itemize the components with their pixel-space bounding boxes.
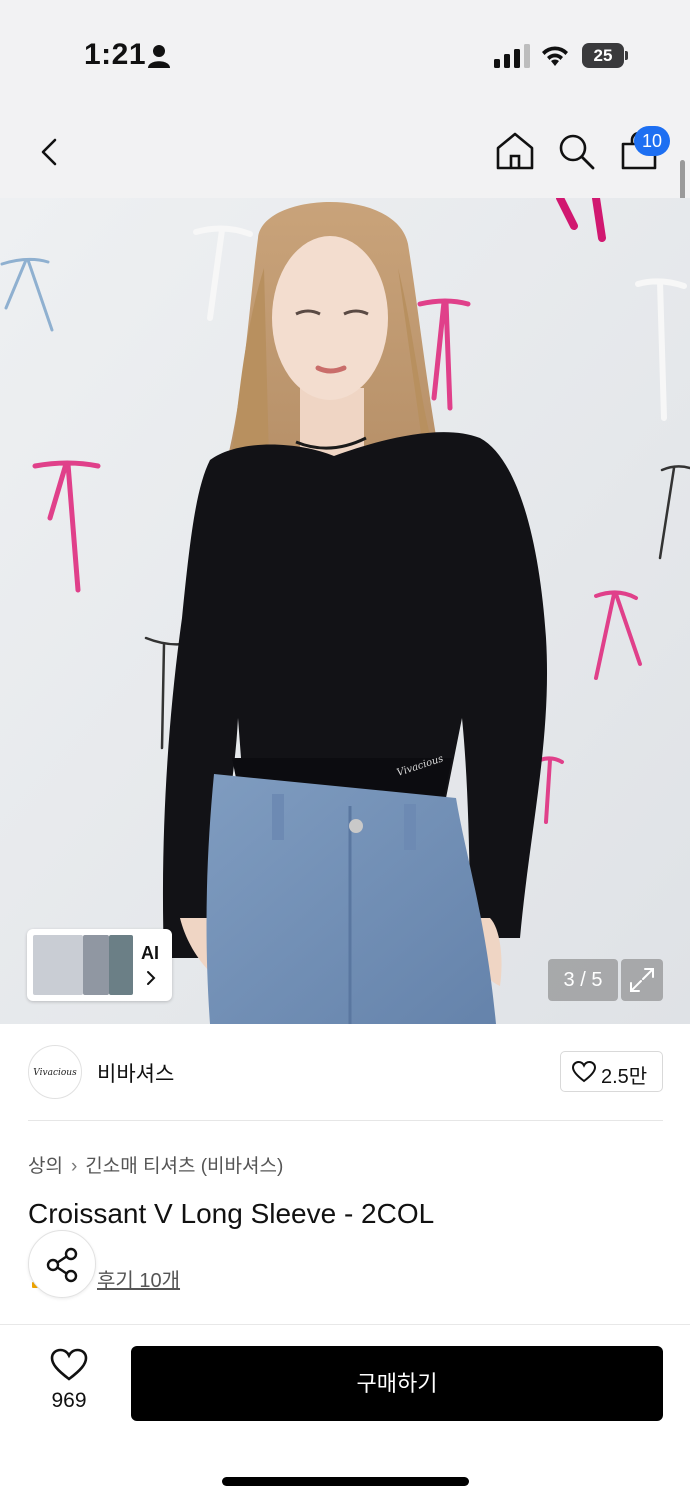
search-icon[interactable] <box>556 130 596 172</box>
status-time: 1:21 <box>84 38 147 71</box>
buy-button[interactable]: 구매하기 <box>131 1346 663 1421</box>
product-photo: Vivacious <box>0 198 690 1024</box>
wishlist-count: 969 <box>51 1389 87 1412</box>
breadcrumb: 상의 › 긴소매 티셔츠 (비바셔스) <box>28 1151 283 1178</box>
battery-tip <box>625 51 628 60</box>
share-button[interactable] <box>28 1230 96 1298</box>
expand-button[interactable] <box>621 959 663 1001</box>
chevron-right-icon <box>147 971 156 985</box>
ai-thumb-3 <box>109 935 133 995</box>
brand-like-button[interactable]: 2.5만 <box>560 1051 663 1092</box>
battery-level: 25 <box>582 43 624 68</box>
signal-icon <box>494 44 530 68</box>
ai-similar-button[interactable]: AI <box>27 929 172 1001</box>
status-bar: 1:21 25 <box>0 0 690 110</box>
brand-name[interactable]: 비바셔스 <box>97 1058 174 1088</box>
top-nav <box>0 110 690 198</box>
divider <box>28 1120 663 1121</box>
battery-icon: 25 <box>582 43 628 68</box>
review-link[interactable]: 후기 10개 <box>97 1264 180 1293</box>
person-icon <box>148 45 170 68</box>
brand-logo[interactable]: Vivacious <box>28 1045 82 1099</box>
ai-label: AI <box>141 943 159 963</box>
image-page-counter: 3 / 5 <box>548 959 618 1001</box>
heart-icon <box>572 1061 596 1083</box>
expand-icon <box>630 968 654 992</box>
breadcrumb-subcategory[interactable]: 긴소매 티셔츠 (비바셔스) <box>85 1151 283 1178</box>
cart-badge[interactable]: 10 <box>634 126 670 156</box>
product-title: Croissant V Long Sleeve - 2COL <box>28 1198 435 1229</box>
wishlist-button[interactable]: 969 <box>40 1346 98 1416</box>
product-image[interactable]: Vivacious AI 3 / 5 <box>0 198 690 1024</box>
ai-thumb-1 <box>33 935 83 995</box>
breadcrumb-separator-icon: › <box>70 1156 78 1177</box>
home-indicator[interactable] <box>222 1477 469 1486</box>
wifi-icon <box>542 46 568 66</box>
back-icon[interactable] <box>30 132 70 172</box>
brand-like-count: 2.5만 <box>601 1066 648 1088</box>
ai-thumb-2 <box>83 935 109 995</box>
heart-icon <box>50 1348 88 1381</box>
breadcrumb-category[interactable]: 상의 <box>28 1151 63 1178</box>
bottom-divider <box>0 1324 690 1325</box>
home-icon[interactable] <box>495 130 535 172</box>
share-icon <box>46 1247 78 1283</box>
